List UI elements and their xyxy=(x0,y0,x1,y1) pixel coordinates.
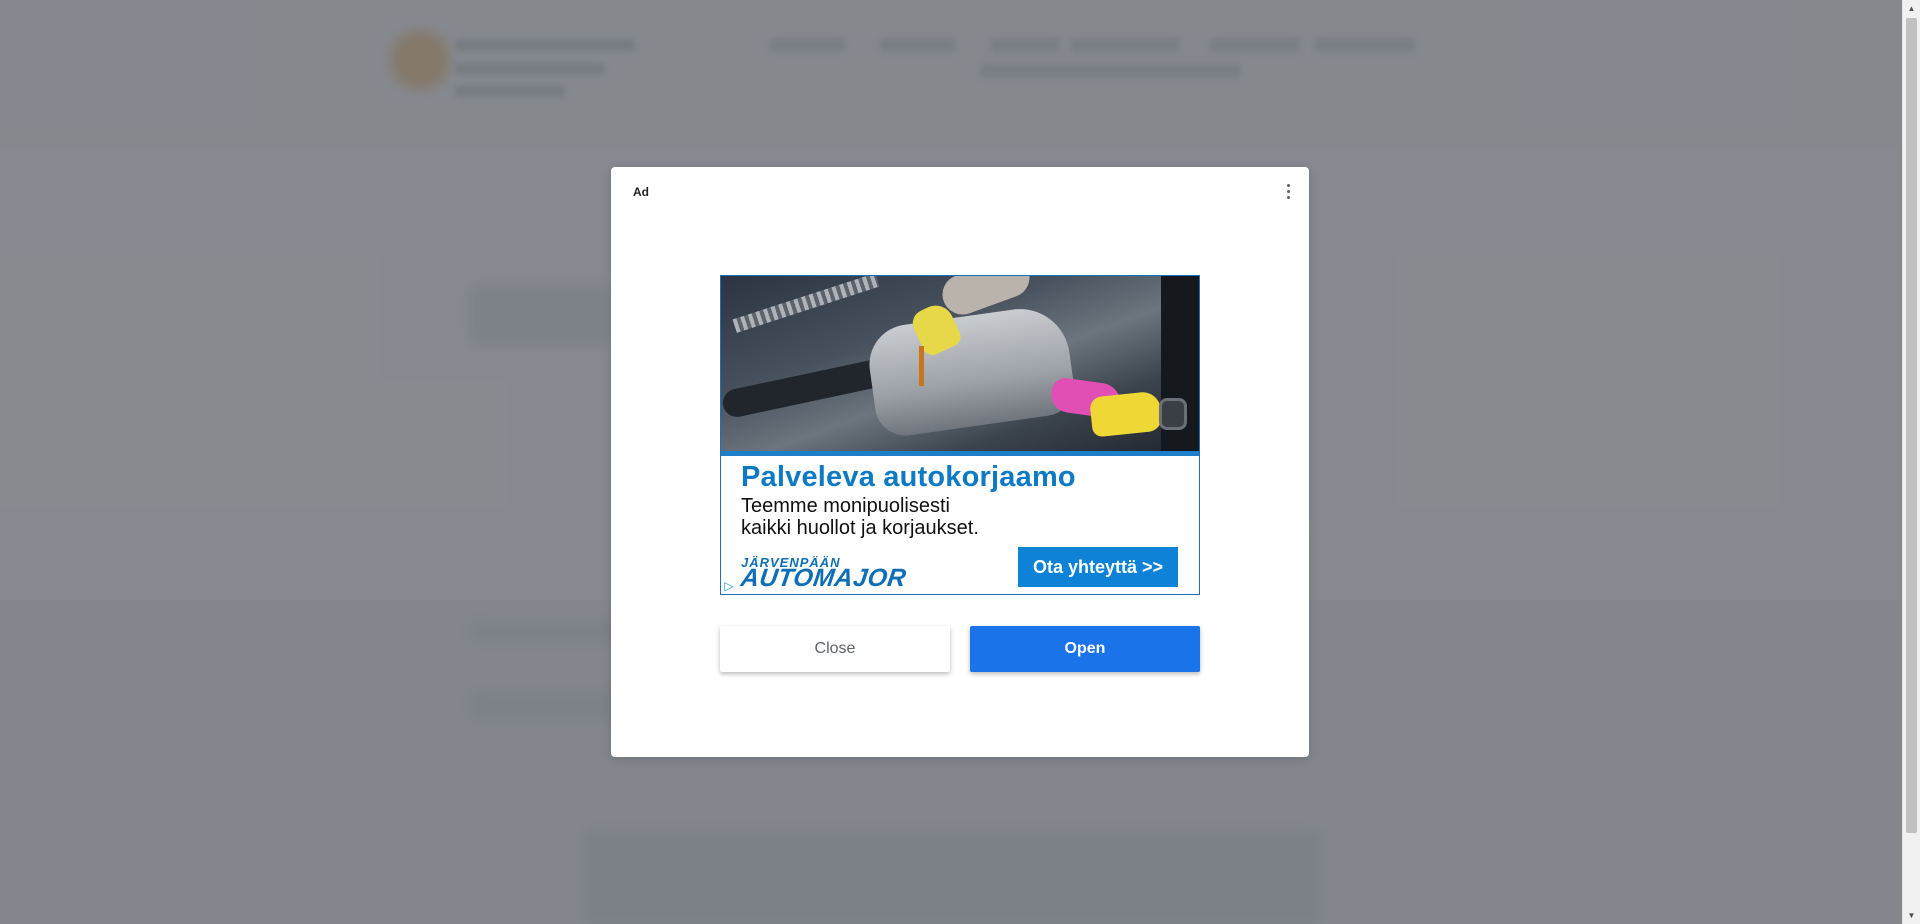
scroll-up-arrow-icon[interactable]: ▲ xyxy=(1903,0,1920,17)
close-button[interactable]: Close xyxy=(720,626,950,672)
more-vert-icon[interactable] xyxy=(1281,179,1295,203)
scroll-down-arrow-icon[interactable]: ▼ xyxy=(1903,907,1920,924)
ad-body-line-2: kaikki huollot ja korjaukset. xyxy=(741,517,979,539)
ad-body-line-1: Teemme monipuolisesti xyxy=(741,495,950,517)
interstitial-ad-dialog: Ad Palveleva autokorjaamo Teemme monipuo… xyxy=(611,167,1309,757)
ad-brand-logo: AUTOMAJOR xyxy=(739,564,909,592)
ad-photo-engine xyxy=(721,276,1199,451)
ad-label: Ad xyxy=(633,185,649,199)
scrollbar-thumb[interactable] xyxy=(1906,18,1917,833)
ad-cta-button[interactable]: Ota yhteyttä >> xyxy=(1018,547,1178,587)
ad-divider-stripe xyxy=(721,451,1199,456)
ad-headline: Palveleva autokorjaamo xyxy=(741,461,1076,493)
open-button[interactable]: Open xyxy=(970,626,1200,672)
page-scrollbar[interactable]: ▲ ▼ xyxy=(1902,0,1920,924)
adchoices-icon[interactable]: ▷ xyxy=(722,579,736,593)
ad-creative[interactable]: Palveleva autokorjaamo Teemme monipuolis… xyxy=(720,275,1200,595)
